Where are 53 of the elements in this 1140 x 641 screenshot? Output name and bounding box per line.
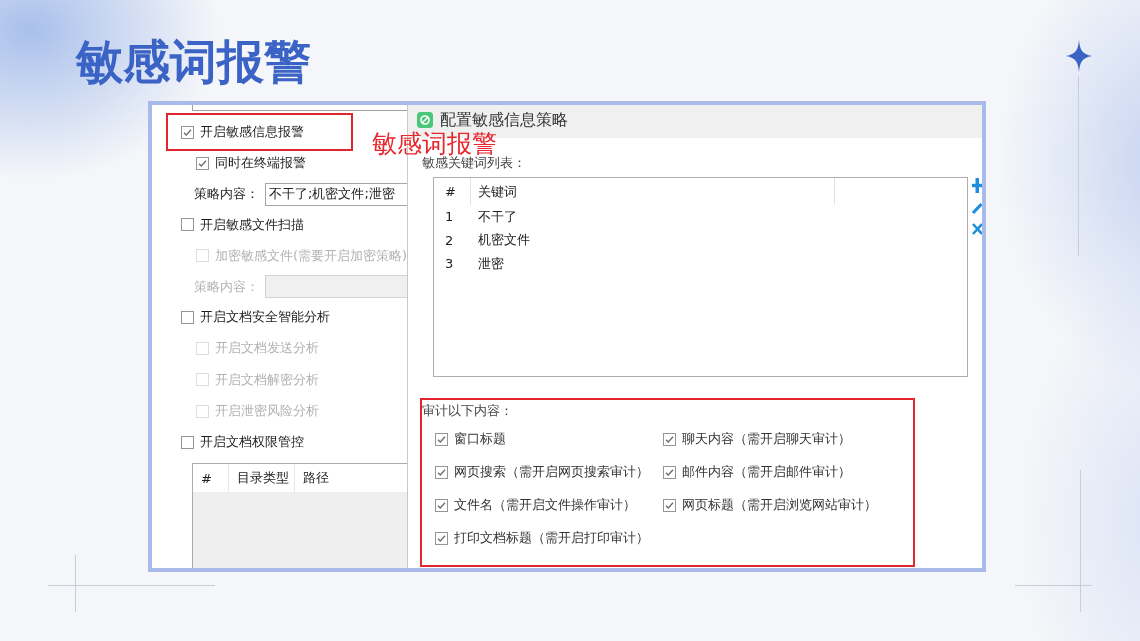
input-field[interactable] <box>192 105 407 111</box>
option-label: 文件名（需开启文件操作审计） <box>454 497 636 513</box>
option-label: 同时在终端报警 <box>215 155 306 171</box>
section-label: 审计以下内容： <box>422 403 513 419</box>
table-cell-text: 3 <box>444 255 455 274</box>
option-label: 聊天内容（需开启聊天审计） <box>682 431 851 447</box>
table-cell-text: 2 <box>444 231 455 250</box>
plus-icon[interactable] <box>972 178 982 193</box>
checkbox[interactable] <box>181 125 194 139</box>
option-label: 开启敏感文件扫描 <box>200 216 304 233</box>
slide-title: 敏感词报警 <box>76 38 311 85</box>
column-header: # <box>193 464 229 492</box>
app-icon <box>417 112 433 128</box>
checkbox[interactable] <box>196 156 209 170</box>
option-label: 网页标题（需开启浏览网站审计） <box>682 497 877 513</box>
checkbox[interactable] <box>181 218 194 231</box>
cross-icon[interactable] <box>972 223 982 235</box>
checkbox[interactable] <box>435 465 448 479</box>
option-label: 窗口标题 <box>454 431 506 447</box>
table-cell-text: 机密文件 <box>477 231 531 250</box>
checkbox[interactable] <box>435 531 448 545</box>
option-label: 开启泄密风险分析 <box>215 403 319 419</box>
table-cell-text: 1 <box>444 208 455 227</box>
list-label: 敏感关键词列表： <box>422 155 526 171</box>
checkbox[interactable] <box>435 432 448 446</box>
option-label: 网页搜索（需开启网页搜索审计） <box>454 464 649 480</box>
option-label: 开启文档发送分析 <box>215 340 319 356</box>
dialog-title: 配置敏感信息策略 <box>440 112 568 128</box>
option-label: 开启文档安全智能分析 <box>200 309 330 325</box>
policy-field[interactable]: 不干了;机密文件;泄密 <box>265 182 407 206</box>
pencil-icon[interactable] <box>972 203 982 214</box>
sparkle-icon <box>1066 40 1092 72</box>
checkbox[interactable] <box>663 432 676 446</box>
table-cell-text: 泄密 <box>477 254 505 273</box>
annotation-label: 敏感词报警 <box>372 131 497 156</box>
option-label: 开启文档权限管控 <box>200 434 304 450</box>
table-cell-text: 不干了 <box>477 207 518 226</box>
field-label: 策略内容： <box>194 278 259 295</box>
column-header: # <box>434 178 471 205</box>
option-label: 邮件内容（需开启邮件审计） <box>682 464 851 480</box>
field-label: 策略内容： <box>194 186 259 202</box>
checkbox[interactable] <box>663 498 676 512</box>
column-header: 目录类型 <box>229 464 295 492</box>
checkbox[interactable] <box>435 498 448 512</box>
option-label: 开启文档解密分析 <box>215 371 319 388</box>
checkbox[interactable] <box>663 465 676 479</box>
checkbox[interactable] <box>181 310 194 324</box>
column-header: 路径 <box>302 469 330 487</box>
option-label: 打印文档标题（需开启打印审计） <box>454 530 649 546</box>
option-label: 开启敏感信息报警 <box>200 124 304 140</box>
column-header: 关键词 <box>471 178 835 205</box>
checkbox[interactable] <box>181 435 194 449</box>
option-label: 加密敏感文件(需要开启加密策略) <box>215 247 407 264</box>
